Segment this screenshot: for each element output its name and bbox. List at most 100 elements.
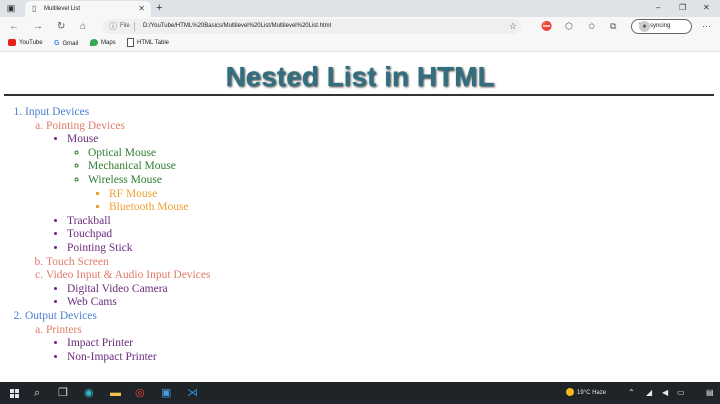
notification-icon[interactable]: ▤ xyxy=(706,387,714,399)
edge-icon[interactable]: ◉ xyxy=(84,386,94,400)
forward-arrow-icon[interactable]: → xyxy=(33,20,43,33)
list-item-label: Bluetooth Mouse xyxy=(109,201,189,214)
more-options-icon[interactable]: ⋯ xyxy=(702,20,711,33)
minimize-button[interactable]: – xyxy=(656,2,660,14)
weather-widget[interactable]: 19°C Haze xyxy=(566,387,606,399)
level2-list: Pointing Devices Mouse Optical Mouse Mec… xyxy=(25,120,210,310)
list-item: Wireless Mouse RF Mouse Bluetooth Mouse xyxy=(88,174,210,215)
google-icon: G xyxy=(54,40,60,47)
list-item-label: Non-Impact Printer xyxy=(67,350,157,363)
list-item-label: Wireless Mouse xyxy=(88,173,162,186)
chevron-up-icon[interactable]: ⌃ xyxy=(628,387,635,399)
site-info-icon[interactable]: ⓘ xyxy=(109,21,117,32)
address-bar[interactable]: ⓘ File D:/YouTube/HTML%20Basics/Multilev… xyxy=(103,19,521,34)
chrome-icon[interactable]: ◎ xyxy=(135,386,145,400)
tab-close-icon[interactable]: ✕ xyxy=(138,3,145,14)
new-tab-button[interactable]: + xyxy=(156,1,162,15)
list-item: Pointing Devices Mouse Optical Mouse Mec… xyxy=(46,120,210,256)
browser-tab-strip: ▣ ▯ Multilevel List ✕ + – ❐ ✕ xyxy=(0,0,720,17)
search-icon[interactable]: ⌕ xyxy=(34,386,40,400)
profile-sync-button[interactable]: Not syncing ● xyxy=(631,19,692,34)
list-item: Digital Video Camera xyxy=(67,283,210,297)
address-url[interactable]: D:/YouTube/HTML%20Basics/Multilevel%20Li… xyxy=(143,21,331,32)
address-separator xyxy=(134,22,135,31)
list-item: Bluetooth Mouse xyxy=(109,201,210,215)
file-scheme-label: File xyxy=(120,23,130,29)
bookmark-maps[interactable]: Maps xyxy=(90,38,116,49)
heading-divider xyxy=(4,94,714,96)
bookmark-gmail[interactable]: G Gmail xyxy=(54,38,78,50)
list-item-label: Trackball xyxy=(67,214,111,227)
list-item: Touch Screen xyxy=(46,256,210,270)
window-close-button[interactable]: ✕ xyxy=(703,2,710,14)
maximize-button[interactable]: ❐ xyxy=(679,2,686,14)
level3-list: Digital Video Camera Web Cams xyxy=(46,283,210,310)
avatar-icon: ● xyxy=(639,21,650,32)
list-item-label: Touchpad xyxy=(67,228,113,241)
level4-list: Optical Mouse Mechanical Mouse Wireless … xyxy=(67,147,210,215)
level3-list: Impact Printer Non-Impact Printer xyxy=(46,337,210,364)
list-item-label: Output Devices xyxy=(25,309,97,322)
list-item-label: RF Mouse xyxy=(109,187,158,200)
weather-label: 19°C Haze xyxy=(577,390,607,396)
network-icon[interactable]: ◢ xyxy=(646,387,652,399)
maps-icon xyxy=(90,38,98,46)
list-item-label: Web Cams xyxy=(67,296,117,309)
list-item-label: Mechanical Mouse xyxy=(88,160,176,173)
list-item-label: Pointing Devices xyxy=(46,119,125,132)
refresh-icon[interactable]: ↻ xyxy=(57,20,65,33)
slack-icon[interactable]: ▣ xyxy=(161,386,171,400)
list-item-label: Printers xyxy=(46,323,82,336)
list-item: Web Cams xyxy=(67,296,210,310)
start-icon[interactable] xyxy=(10,389,20,398)
window-menu-icon[interactable]: ▣ xyxy=(6,3,16,13)
list-item-label: Input Devices xyxy=(25,106,90,118)
list-item: Output Devices Printers Impact Printer N… xyxy=(25,310,210,364)
list-item-label: Optical Mouse xyxy=(88,146,157,159)
favorite-star-icon[interactable]: ☆ xyxy=(509,20,517,32)
youtube-icon xyxy=(8,38,16,46)
page-content: Nested List in HTML Input Devices Pointi… xyxy=(0,52,720,382)
list-item: Printers Impact Printer Non-Impact Print… xyxy=(46,324,210,365)
page-favicon-icon: ▯ xyxy=(32,4,37,13)
volume-icon[interactable]: ◀ xyxy=(662,387,668,399)
bookmarks-bar: YouTube G Gmail Maps HTML Table xyxy=(0,36,720,52)
list-item: Touchpad xyxy=(67,228,210,242)
favorites-icon[interactable]: ✩ xyxy=(588,20,596,33)
stop-extension-icon[interactable]: ⛔ xyxy=(541,20,552,33)
bookmark-youtube[interactable]: YouTube xyxy=(8,38,43,49)
list-item-label: Mouse xyxy=(67,133,99,146)
level2-list: Printers Impact Printer Non-Impact Print… xyxy=(25,324,210,365)
task-view-icon[interactable]: ❐ xyxy=(58,386,68,400)
list-item: Impact Printer xyxy=(67,337,210,351)
sun-icon xyxy=(566,388,574,397)
list-item: Mechanical Mouse xyxy=(88,160,210,174)
list-item: Input Devices Pointing Devices Mouse Opt… xyxy=(25,106,210,310)
browser-tab[interactable]: ▯ Multilevel List ✕ xyxy=(25,1,151,17)
file-explorer-icon[interactable]: ▬ xyxy=(110,386,121,400)
home-icon[interactable]: ⌂ xyxy=(80,20,86,33)
extension-icon[interactable]: ⬡ xyxy=(565,20,573,33)
list-item-label: Digital Video Camera xyxy=(67,282,168,295)
list-item: Non-Impact Printer xyxy=(67,351,210,365)
list-item-label: Impact Printer xyxy=(67,337,134,350)
list-item: RF Mouse xyxy=(109,188,210,202)
level5-list: RF Mouse Bluetooth Mouse xyxy=(88,188,210,215)
collections-icon[interactable]: ⧉ xyxy=(610,20,616,33)
vscode-icon[interactable]: ⋊ xyxy=(187,386,198,400)
address-bar-row: ← → ↻ ⌂ ⓘ File D:/YouTube/HTML%20Basics/… xyxy=(0,17,720,36)
windows-taskbar: ⌕ ❐ ◉ ▬ ◎ ▣ ⋊ 19°C Haze ⌃ ◢ ◀ ▭ ▤ xyxy=(0,382,720,404)
list-item: Optical Mouse xyxy=(88,147,210,161)
list-item-label: Video Input & Audio Input Devices xyxy=(46,269,211,282)
list-item: Trackball xyxy=(67,215,210,229)
bookmark-html-table[interactable]: HTML Table xyxy=(127,38,169,49)
nested-list: Input Devices Pointing Devices Mouse Opt… xyxy=(0,106,210,364)
list-item-label: Pointing Stick xyxy=(67,241,133,254)
back-arrow-icon[interactable]: ← xyxy=(9,20,19,33)
bookmark-label: Maps xyxy=(101,40,116,46)
level1-list: Input Devices Pointing Devices Mouse Opt… xyxy=(0,106,210,364)
bookmark-label: YouTube xyxy=(19,40,43,46)
document-icon xyxy=(127,38,134,47)
battery-icon[interactable]: ▭ xyxy=(677,387,685,399)
bookmark-label: HTML Table xyxy=(137,40,170,47)
